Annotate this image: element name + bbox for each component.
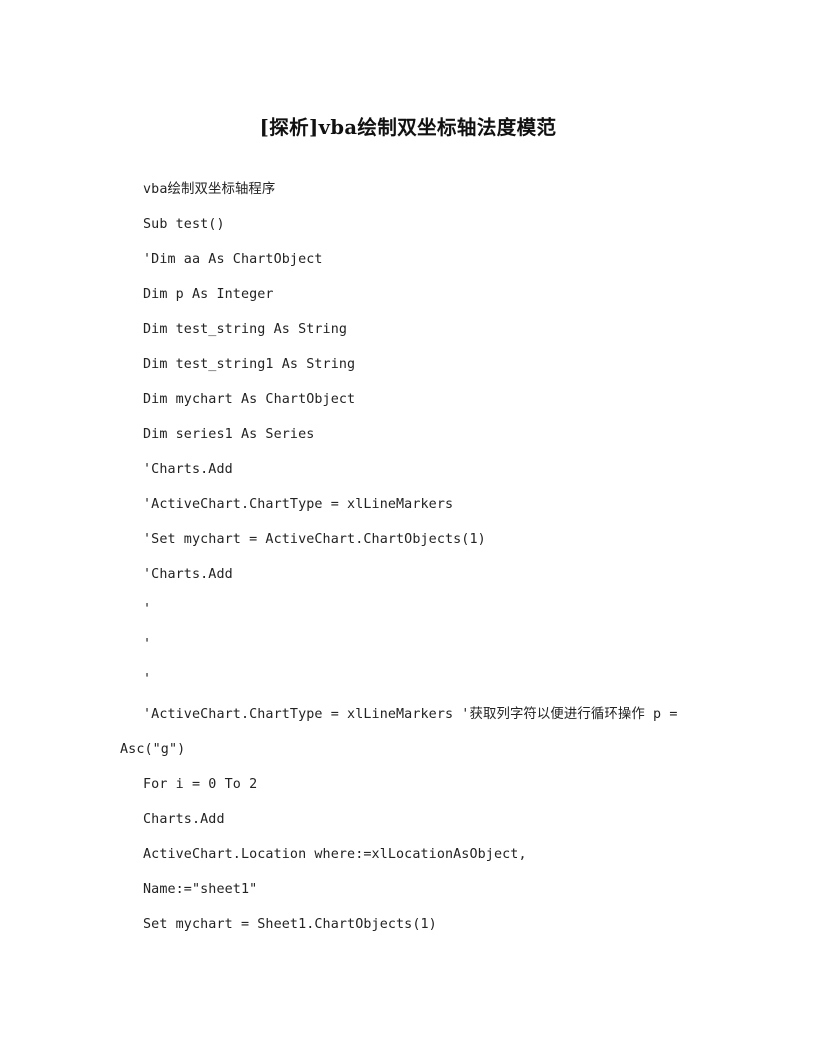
text-line-charts-add-3: Charts.Add [143,812,225,827]
document-body: vba绘制双坐标轴程序 Sub test() 'Dim aa As ChartO… [120,172,700,942]
text-line-set-mychart-2: Set mychart = Sheet1.ChartObjects(1) [143,917,437,932]
text-line-apostrophe-3: ' [143,672,152,687]
text-line-for-loop: For i = 0 To 2 [143,777,258,792]
text-line-dim-mychart: Dim mychart As ChartObject [143,392,356,407]
text-line-dim-p: Dim p As Integer [143,287,274,302]
text-line-activechart-location: ActiveChart.Location where:=xlLocationAs… [143,847,527,862]
text-line-charts-add-1: 'Charts.Add [143,462,233,477]
text-line-set-mychart-1: 'Set mychart = ActiveChart.ChartObjects(… [143,532,486,547]
text-line-name-sheet1: Name:="sheet1" [143,882,258,897]
page-title: [探析]vba绘制双坐标轴法度模范 [259,116,557,139]
text-line-charts-add-2: 'Charts.Add [143,567,233,582]
text-line-charttype-1: 'ActiveChart.ChartType = xlLineMarkers [143,497,454,512]
text-line-apostrophe-1: ' [143,602,152,617]
text-line-dim-test-string1: Dim test_string1 As String [143,357,356,372]
document-page: [探析]vba绘制双坐标轴法度模范 vba绘制双坐标轴程序 Sub test()… [0,0,816,1056]
text-line-sub-test: Sub test() [143,217,225,232]
text-line-dim-test-string: Dim test_string As String [143,322,348,337]
text-line-dim-series1: Dim series1 As Series [143,427,315,442]
text-line-intro: vba绘制双坐标轴程序 [143,182,276,197]
text-line-dim-aa: 'Dim aa As ChartObject [143,252,323,267]
text-line-charttype-2-wrapped: 'ActiveChart.ChartType = xlLineMarkers '… [120,707,678,757]
text-line-apostrophe-2: ' [143,637,152,652]
